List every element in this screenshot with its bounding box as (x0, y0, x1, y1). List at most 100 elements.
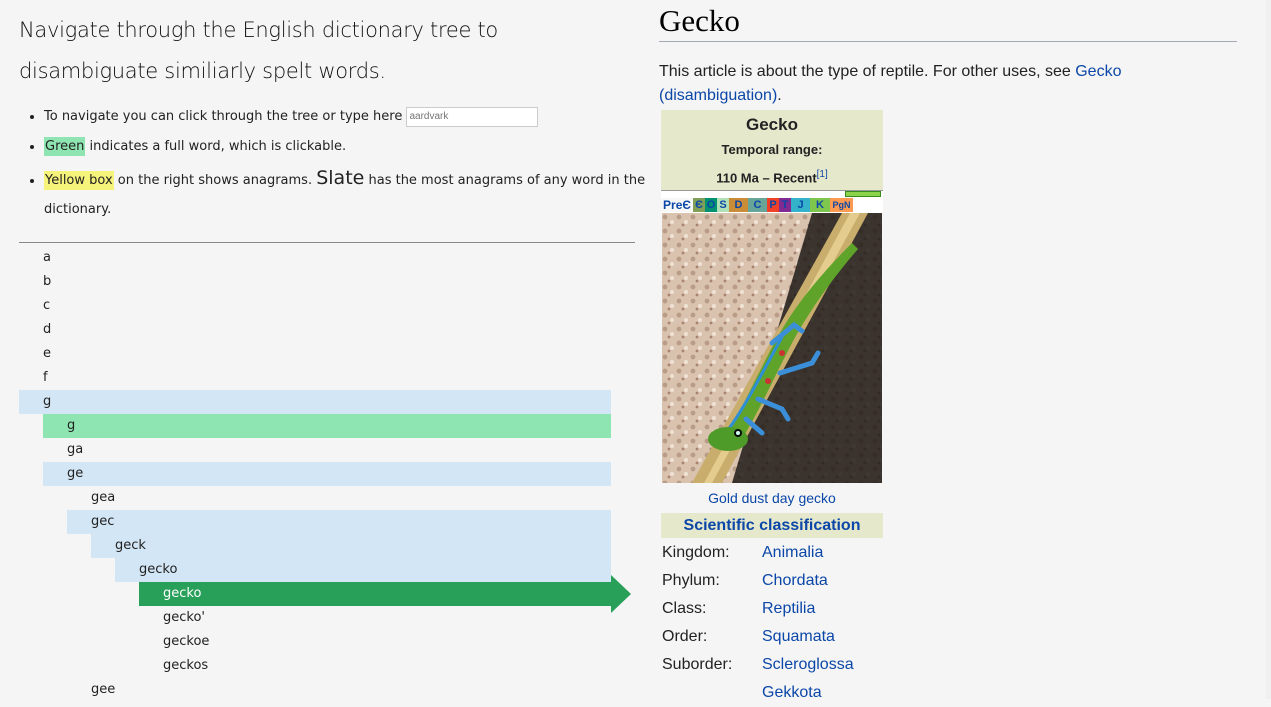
tree-node[interactable]: geck (91, 534, 611, 558)
infobox-header: Gecko Temporal range: 110 Ma – Recent[1] (661, 110, 883, 191)
tree-node[interactable]: gee (91, 678, 115, 702)
tree-node-label: gee (91, 682, 116, 697)
tree-node-label: gecko (139, 562, 178, 577)
timeline-period[interactable]: T (779, 198, 791, 213)
taxonomy-link[interactable]: Gekkota (762, 679, 822, 707)
infobox: Gecko Temporal range: 110 Ma – Recent[1]… (661, 110, 883, 707)
example-word: Slate (316, 167, 365, 189)
tree-node-label: a (43, 250, 51, 265)
tree-node-label: c (43, 298, 51, 313)
timeline-period[interactable]: PreЄ (661, 198, 693, 213)
tree-node[interactable]: gecko (139, 582, 611, 606)
classification-heading[interactable]: Scientific classification (661, 513, 883, 539)
instructions-list: To navigate you can click through the tr… (27, 104, 654, 228)
timeline-period[interactable]: D (729, 198, 748, 213)
tree-node[interactable]: g (19, 390, 611, 414)
taxonomy-row: Gekkota (661, 679, 883, 707)
tree-node-label: f (43, 370, 48, 385)
timeline-period[interactable]: S (717, 198, 729, 213)
image-caption[interactable]: Gold dust day gecko (661, 483, 883, 513)
temporal-range-value: 110 Ma – Recent[1] (661, 162, 883, 190)
green-legend: Green (44, 137, 86, 156)
tree-node[interactable]: geckos (163, 654, 208, 678)
tree-node-label: g (67, 418, 76, 433)
tree-node-label: gec (91, 514, 115, 529)
current-word-arrow (611, 575, 631, 613)
taxonomy-rank: Kingdom: (662, 544, 730, 562)
taxonomy-rank: Class: (662, 600, 707, 618)
range-bar (845, 191, 881, 198)
instruction-text: To navigate you can click through the tr… (44, 109, 403, 124)
tree-node[interactable]: b (43, 270, 51, 294)
hatnote-text: This article is about the type of reptil… (659, 63, 1071, 80)
tree-node-label: d (43, 322, 52, 337)
taxonomy-row: Suborder: Scleroglossa (661, 651, 883, 679)
tree-node[interactable]: g (43, 414, 611, 438)
tree-node-label: geckos (163, 658, 209, 673)
intro-title: Navigate through the English dictionary … (19, 18, 498, 83)
tree-node[interactable]: gec (67, 510, 611, 534)
taxonomy-rank: Suborder: (662, 656, 733, 674)
taxonomy-link[interactable]: Scleroglossa (762, 651, 854, 679)
hatnote: This article is about the type of reptil… (659, 60, 1159, 108)
timeline-period[interactable]: Є (693, 198, 705, 213)
article-panel: Gecko This article is about the type of … (645, 0, 1271, 701)
temporal-range-label: Temporal range: (721, 142, 823, 157)
scrollbar[interactable] (1266, 0, 1271, 699)
taxonomy-row: Phylum: Chordata (661, 567, 883, 595)
tree-node-label: b (43, 274, 52, 289)
tree-node[interactable]: e (43, 342, 51, 366)
dictionary-panel: Navigate through the English dictionary … (0, 0, 645, 699)
tree-node-label: g (43, 394, 52, 409)
timeline-period[interactable]: P (767, 198, 779, 213)
timeline-period[interactable]: K (810, 198, 830, 213)
hatnote-suffix: . (777, 87, 782, 104)
instruction-item: Green indicates a full word, which is cl… (44, 134, 654, 160)
article-title: Gecko (659, 3, 740, 38)
tree-node[interactable]: geckoe (163, 630, 209, 654)
tree-node[interactable]: a (43, 246, 51, 270)
tree-node[interactable]: gea (91, 486, 115, 510)
taxonomy-table: Kingdom: Animalia Phylum: Chordata Class: Rep… (661, 539, 883, 707)
tree-node[interactable]: ga (67, 438, 83, 462)
taxonomy-rank: Phylum: (662, 572, 720, 590)
tree-node[interactable]: d (43, 318, 51, 342)
tree-node-label: e (43, 346, 51, 361)
timeline-period[interactable]: O (705, 198, 717, 213)
tree-node[interactable]: gecko (115, 558, 611, 582)
word-search-input[interactable] (406, 106, 539, 127)
yellow-legend: Yellow box (44, 171, 114, 190)
taxonomy-link[interactable]: Reptilia (762, 595, 815, 623)
geologic-timeline: PreЄ Є O S D C P T J K PgN (661, 190, 883, 214)
tree-node-label: geckoe (163, 634, 210, 649)
tree-node-label: ga (67, 442, 84, 457)
taxonomy-row: Kingdom: Animalia (661, 539, 883, 567)
tree-node[interactable]: gecko' (163, 606, 205, 630)
gecko-image (662, 213, 882, 484)
gecko-photo[interactable] (662, 213, 882, 484)
taxonomy-link[interactable]: Squamata (762, 623, 835, 651)
timeline-period[interactable]: PgN (830, 198, 853, 213)
temporal-range-text: 110 Ma – Recent (716, 170, 817, 186)
tree-node-label: ge (67, 466, 84, 481)
tree-node-label: gecko (163, 586, 202, 601)
taxonomy-row: Order: Squamata (661, 623, 883, 651)
instruction-item: To navigate you can click through the tr… (44, 104, 654, 130)
infobox-title: Gecko (746, 115, 798, 134)
tree-node-label: gea (91, 490, 116, 505)
tree-node[interactable]: ge (43, 462, 611, 486)
tree-node-label: geck (115, 538, 146, 553)
tree-node[interactable]: f (43, 366, 48, 390)
taxonomy-link[interactable]: Animalia (762, 539, 823, 567)
timeline-period[interactable]: C (748, 198, 767, 213)
tree-node-label: gecko' (163, 610, 205, 625)
taxonomy-link[interactable]: Chordata (762, 567, 828, 595)
reference-link[interactable]: [1] (817, 169, 828, 180)
tree-node[interactable]: c (43, 294, 50, 318)
divider (19, 242, 635, 243)
instruction-item: Yellow box on the right shows anagrams. … (44, 164, 654, 224)
taxonomy-row: Class: Reptilia (661, 595, 883, 623)
timeline-period[interactable]: J (791, 198, 810, 213)
instruction-text: on the right shows anagrams. (117, 173, 313, 188)
instruction-text: indicates a full word, which is clickabl… (89, 139, 347, 154)
